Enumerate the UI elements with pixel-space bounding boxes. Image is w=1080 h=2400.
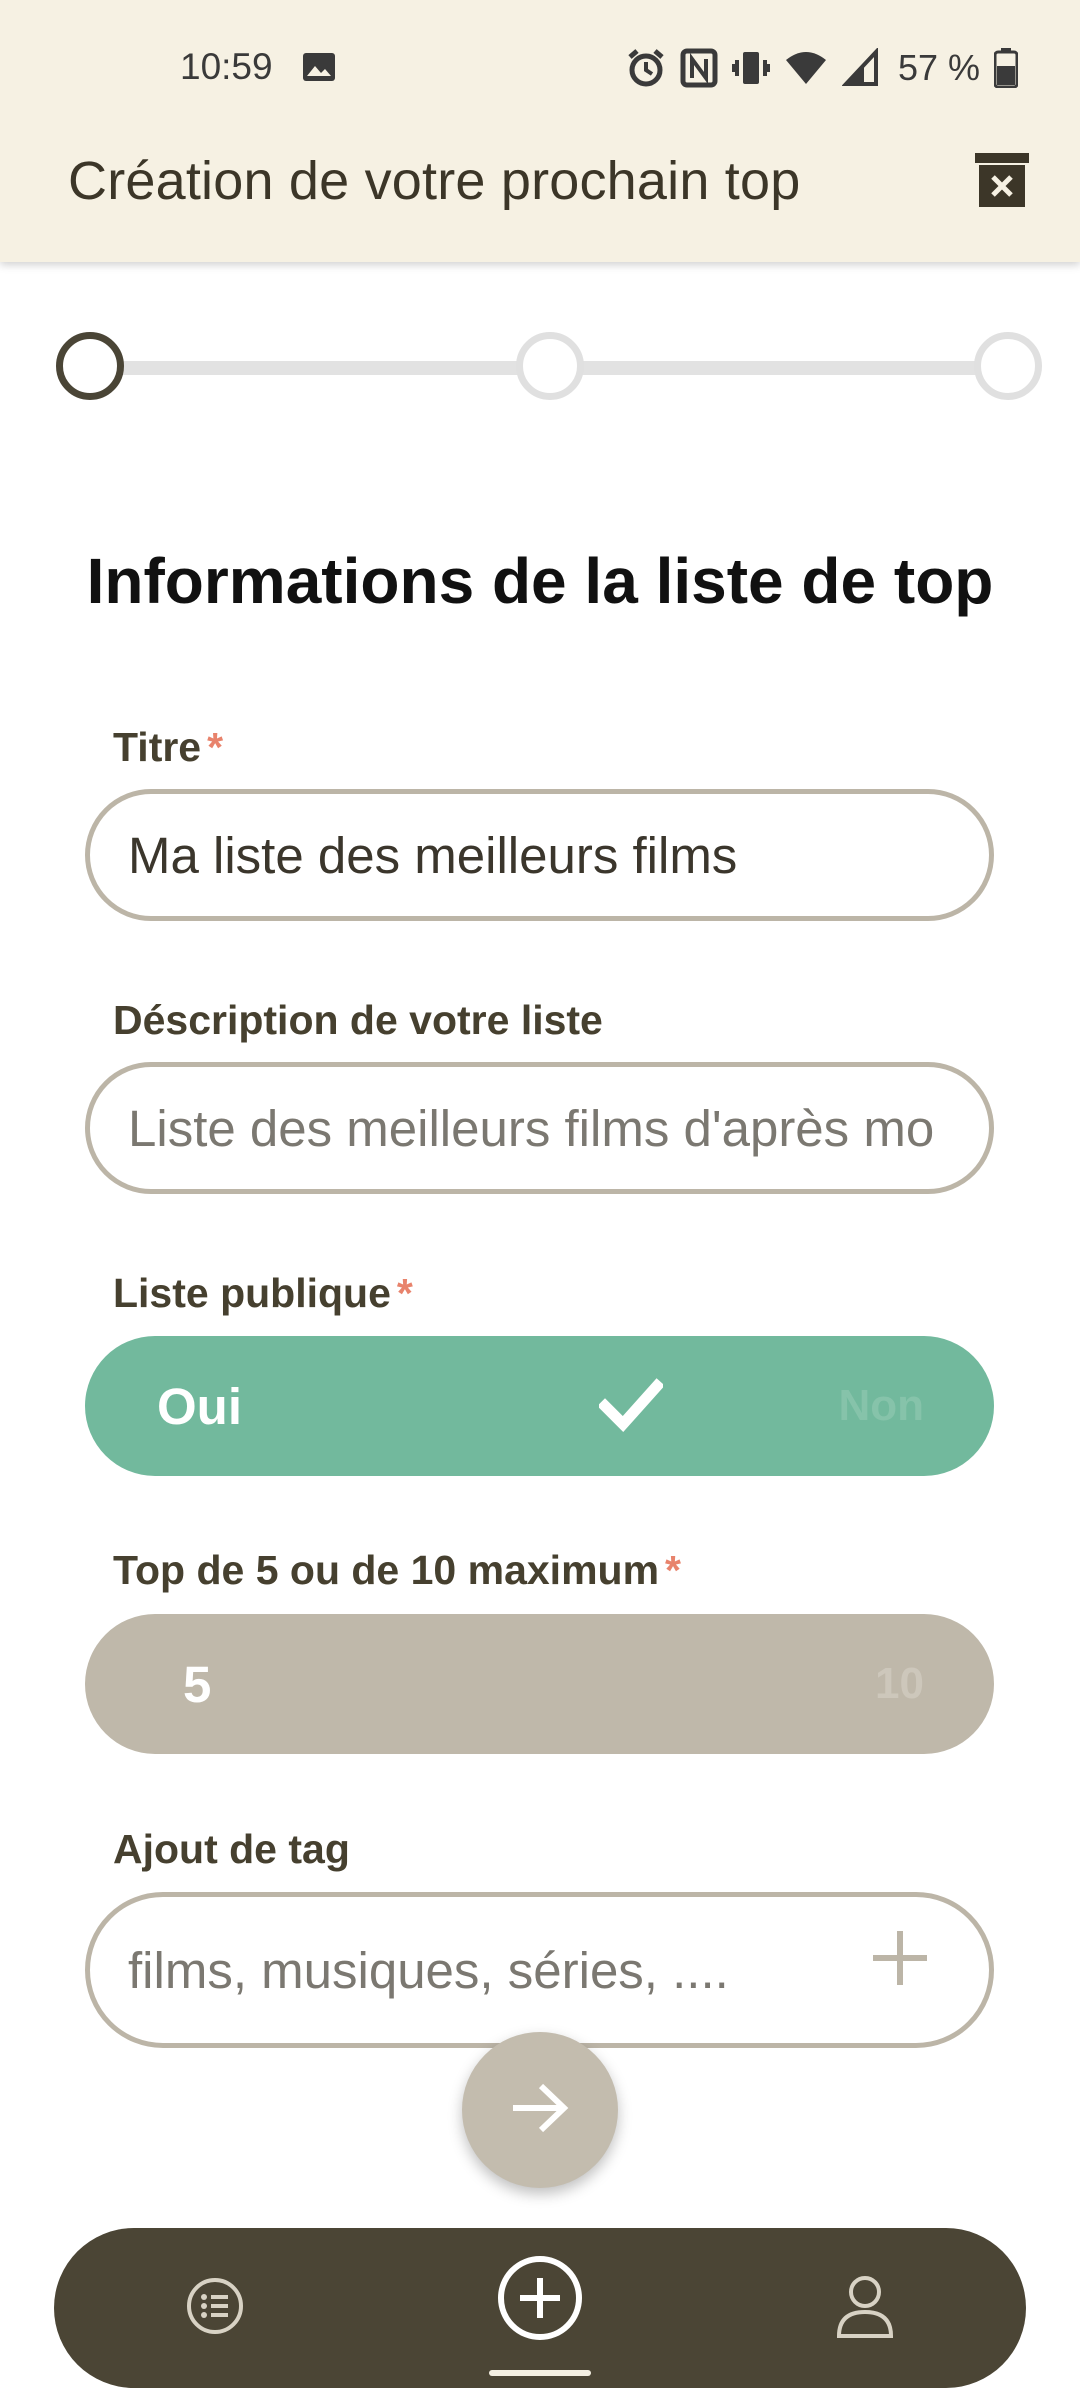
- image-icon: [302, 52, 336, 82]
- trash-icon: [973, 151, 1031, 214]
- description-field-label: Déscription de votre liste: [113, 997, 603, 1044]
- check-icon: [597, 1378, 665, 1439]
- progress-stepper: [56, 332, 1042, 400]
- top-size-ten-label: 10: [875, 1659, 924, 1708]
- status-bar: 10:59 57 %: [0, 0, 1080, 135]
- toggle-no-label: Non: [838, 1381, 924, 1430]
- title-input-value: Ma liste des meilleurs films: [128, 826, 738, 884]
- page-title: Création de votre prochain top: [68, 151, 801, 211]
- active-tab-indicator: [489, 2370, 591, 2376]
- nav-profile-button[interactable]: [785, 2228, 945, 2388]
- stepper-line: [116, 361, 582, 375]
- next-step-button[interactable]: [462, 2032, 618, 2188]
- required-mark: *: [207, 724, 224, 770]
- description-label-text: Déscription de votre liste: [113, 997, 603, 1043]
- bottom-navigation: [54, 2228, 1026, 2388]
- required-mark: *: [665, 1547, 682, 1593]
- tag-label-text: Ajout de tag: [113, 1826, 350, 1872]
- delete-draft-button[interactable]: [972, 152, 1032, 212]
- public-list-toggle[interactable]: Oui Non: [85, 1336, 994, 1476]
- list-icon: [185, 2276, 245, 2341]
- nav-create-button[interactable]: [460, 2228, 620, 2388]
- required-mark: *: [396, 1270, 413, 1316]
- title-field-label: Titre *: [113, 724, 223, 771]
- add-circle-icon: [496, 2254, 584, 2347]
- top-size-five-label: 5: [183, 1655, 212, 1713]
- tag-input[interactable]: films, musiques, séries, ....: [85, 1892, 994, 2048]
- battery-percent: 57 %: [897, 47, 980, 88]
- tag-placeholder: films, musiques, séries, ....: [128, 1941, 729, 1999]
- nav-lists-button[interactable]: [135, 2228, 295, 2388]
- arrow-right-icon: [509, 2082, 571, 2139]
- top-size-label: Top de 5 ou de 10 maximum *: [113, 1547, 681, 1594]
- status-icons: 57 %: [626, 46, 1018, 90]
- battery-icon: [994, 48, 1018, 88]
- step-1-indicator: [56, 332, 124, 400]
- status-time: 10:59: [180, 46, 273, 87]
- step-2-indicator: [516, 332, 584, 400]
- vibrate-icon: [731, 48, 770, 88]
- alarm-icon: [626, 48, 666, 88]
- description-placeholder: Liste des meilleurs films d'après mo: [128, 1099, 935, 1157]
- description-input[interactable]: Liste des meilleurs films d'après mo: [85, 1062, 994, 1194]
- tag-field-label: Ajout de tag: [113, 1826, 350, 1873]
- app-header: 10:59 57 % Création de votre prochain to…: [0, 0, 1080, 262]
- title-label-text: Titre: [113, 724, 202, 770]
- wifi-icon: [784, 48, 828, 88]
- title-input[interactable]: Ma liste des meilleurs films: [85, 789, 994, 921]
- stepper-line: [574, 361, 982, 375]
- signal-icon: [841, 48, 880, 88]
- nfc-icon: [680, 48, 718, 88]
- top-size-label-text: Top de 5 ou de 10 maximum: [113, 1547, 660, 1593]
- toggle-yes-label: Oui: [157, 1377, 242, 1435]
- public-label-text: Liste publique: [113, 1270, 391, 1316]
- top-size-toggle[interactable]: 5 10: [85, 1614, 994, 1754]
- section-title: Informations de la liste de top: [86, 545, 994, 617]
- public-list-label: Liste publique *: [113, 1270, 413, 1317]
- step-3-indicator: [974, 332, 1042, 400]
- profile-icon: [835, 2274, 895, 2343]
- plus-icon[interactable]: [867, 1925, 933, 1991]
